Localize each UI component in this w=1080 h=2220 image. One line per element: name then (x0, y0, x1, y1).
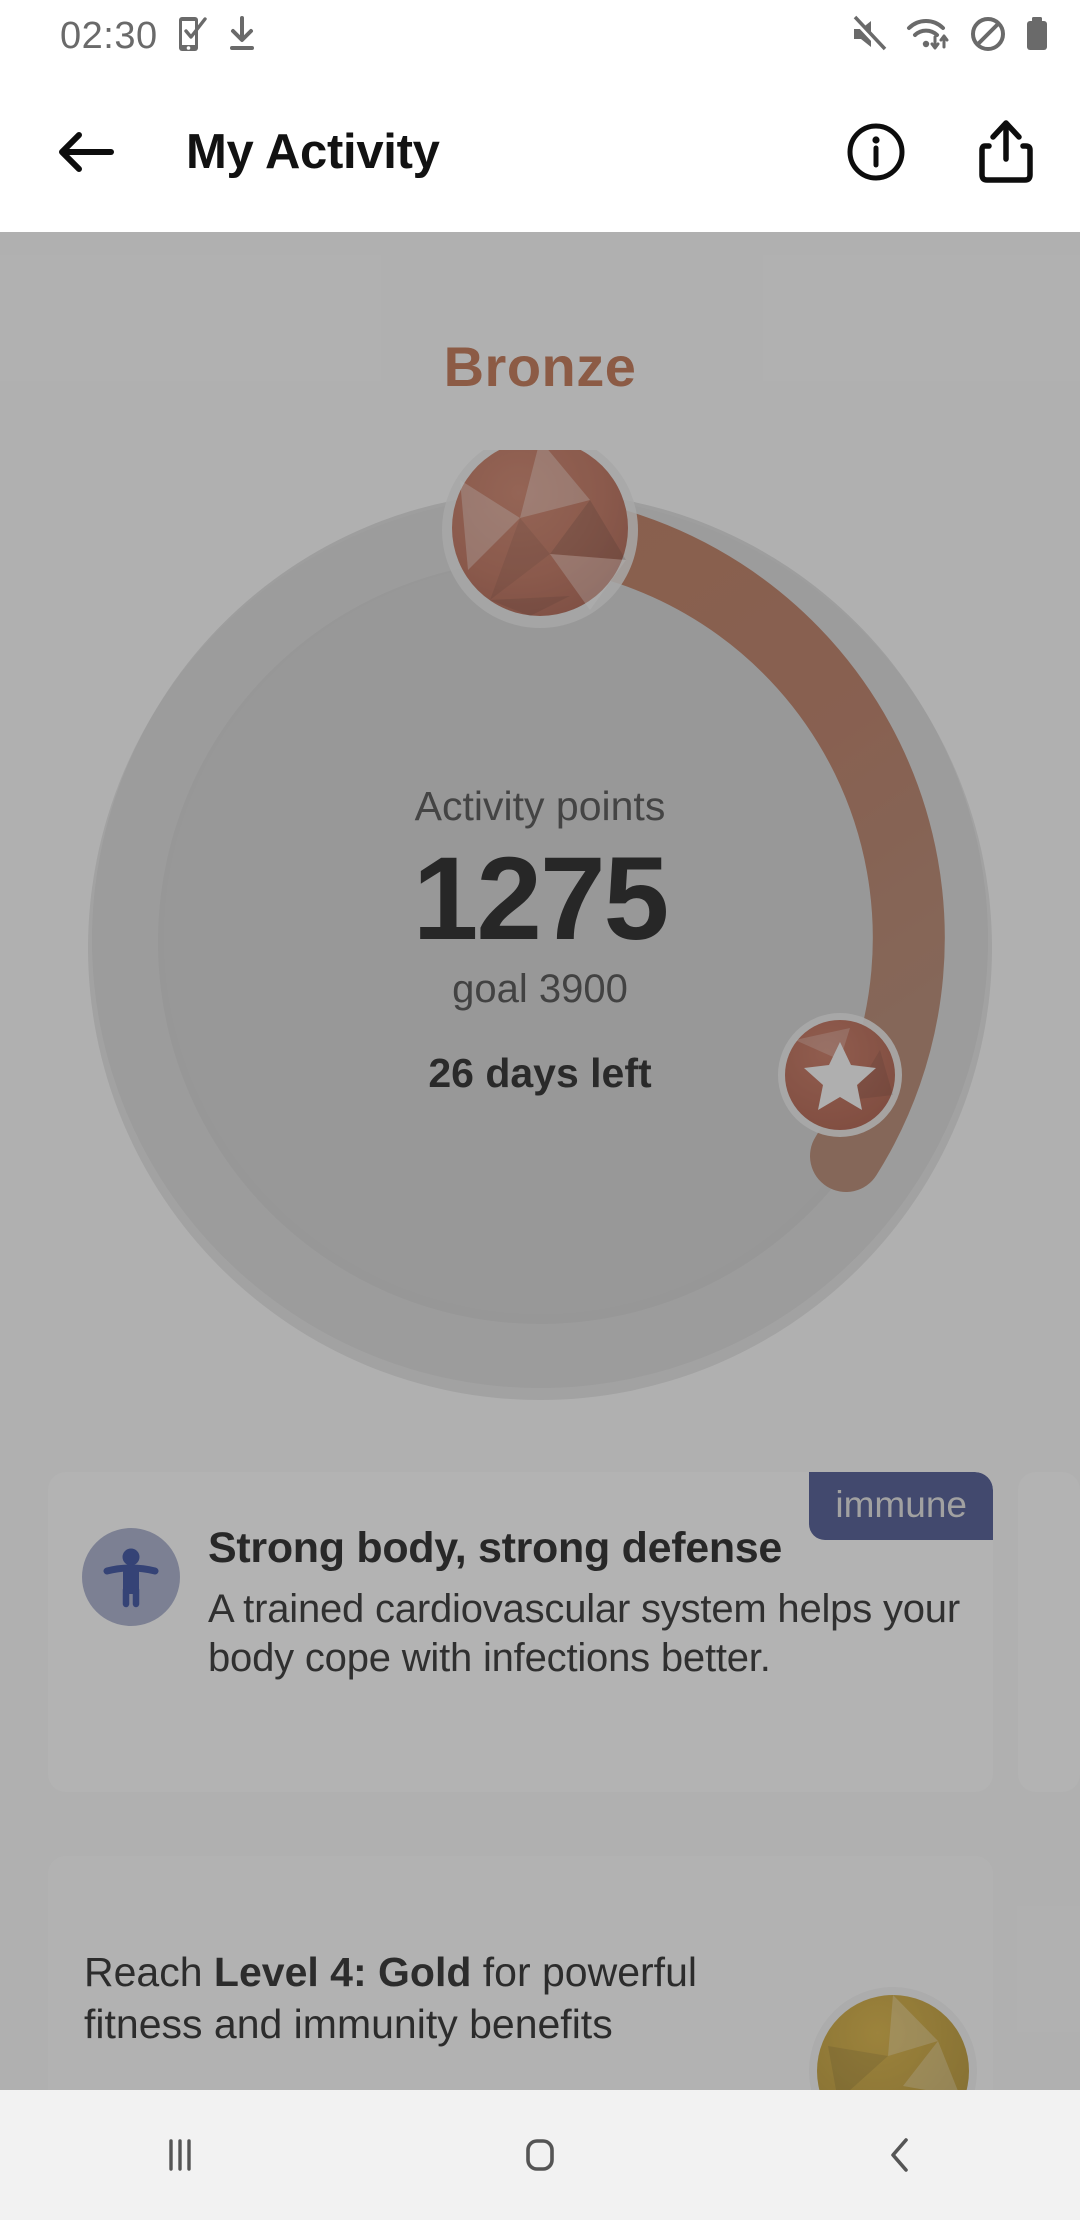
info-button[interactable] (840, 116, 912, 188)
activity-progress-gauge: Activity points 1275 goal 3900 26 days l… (50, 450, 1030, 1430)
app-bar-actions (840, 116, 1042, 188)
next-level-text-line2: fitness and immunity benefits (84, 2001, 613, 2048)
benefit-card-carousel[interactable]: immune Strong body, strong defense A tra… (0, 1472, 1080, 1802)
status-bar: 02:30 (0, 0, 1080, 72)
level-title: Bronze (443, 335, 637, 398)
goal-label: goal 3900 (452, 967, 628, 1012)
benefit-card-title: Strong body, strong defense (208, 1524, 783, 1572)
status-bar-right (849, 15, 1050, 58)
status-bar-clock: 02:30 (60, 14, 158, 57)
phone-check-icon (176, 15, 208, 58)
points-value: 1275 (412, 832, 670, 965)
points-label: Activity points (414, 782, 666, 829)
accessibility-person-icon (82, 1528, 180, 1626)
battery-icon (1024, 15, 1050, 58)
benefit-card-body: Strong body, strong defense A trained ca… (82, 1522, 969, 1683)
status-bar-left: 02:30 (60, 15, 258, 58)
home-button[interactable] (360, 2090, 720, 2220)
next-level-card[interactable]: Reach Level 4: Gold for powerful fitness… (48, 1856, 993, 2090)
recents-button[interactable] (0, 2090, 360, 2220)
benefit-card-description: A trained cardiovascular system helps yo… (208, 1587, 960, 1681)
app-bar: My Activity (0, 72, 1080, 232)
do-not-disturb-icon (969, 15, 1007, 58)
nav-back-button[interactable] (720, 2090, 1080, 2220)
benefit-card[interactable]: immune Strong body, strong defense A tra… (48, 1472, 993, 1792)
back-button[interactable] (50, 116, 122, 188)
download-icon (226, 15, 258, 58)
days-left-label: 26 days left (428, 1050, 652, 1097)
mute-icon (849, 15, 889, 58)
android-navigation-bar (0, 2090, 1080, 2220)
next-level-text-prefix: Reach (84, 1949, 214, 1995)
share-button[interactable] (970, 116, 1042, 188)
page-title: My Activity (186, 125, 440, 179)
next-level-text: Reach Level 4: Gold for powerful fitness… (84, 1946, 784, 2051)
benefit-card-texts: Strong body, strong defense A trained ca… (208, 1522, 969, 1683)
gauge-center-readout: Activity points 1275 goal 3900 26 days l… (50, 450, 1030, 1430)
next-level-name: Level 4: Gold (213, 1949, 472, 1995)
next-level-text-suffix: for powerful (471, 1949, 697, 1995)
benefit-card-next-peek[interactable] (1018, 1472, 1080, 1792)
wifi-icon (906, 15, 952, 58)
phone-screen: 02:30 My Activity Bronze Activity points… (0, 0, 1080, 2220)
gold-gem-icon (809, 1987, 977, 2090)
activity-content: Bronze Activity points 1275 goal 3900 26… (0, 232, 1080, 2090)
